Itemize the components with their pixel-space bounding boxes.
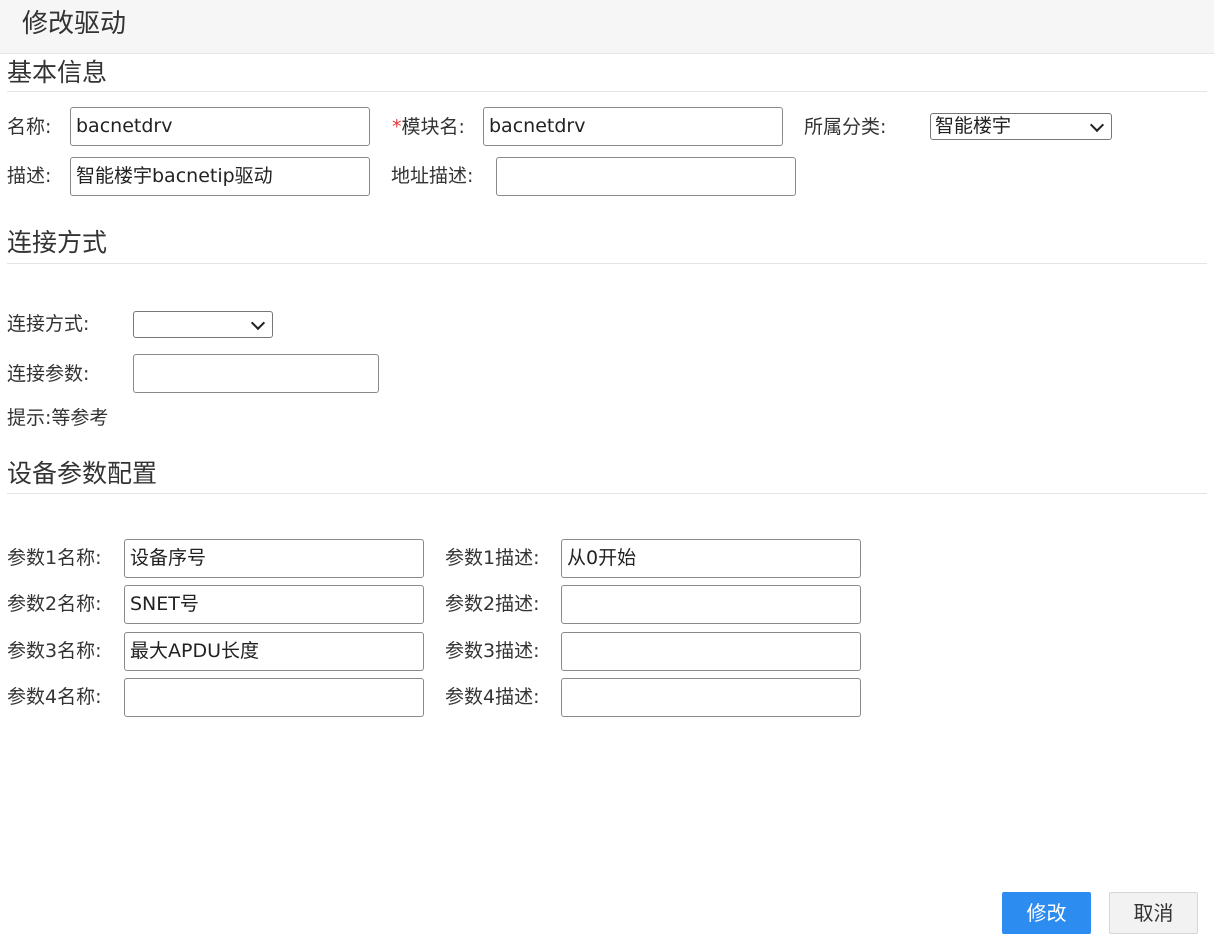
connection-mode-label: 连接方式: [7,313,90,335]
section-divider [7,91,1207,92]
param2-name-input[interactable]: SNET号 [124,585,424,624]
param1-desc-input[interactable]: 从0开始 [561,539,861,578]
desc-input[interactable]: 智能楼宇bacnetip驱动 [70,157,370,196]
section-title-device: 设备参数配置 [7,459,158,488]
section-title-basic: 基本信息 [7,58,108,87]
addr-desc-input[interactable] [496,157,796,196]
param1-name-input[interactable]: 设备序号 [124,539,424,578]
module-input[interactable]: bacnetdrv [483,107,783,146]
cancel-button[interactable]: 取消 [1109,892,1198,934]
section-divider [7,263,1207,264]
connection-hint: 提示:等参考 [7,407,109,429]
connection-mode-select[interactable] [133,311,273,338]
param2-desc-input[interactable] [561,585,861,624]
name-label: 名称: [7,116,52,138]
section-divider [7,493,1207,494]
module-label: 模块名: [401,116,465,138]
chevron-down-icon [1089,117,1105,133]
param2-desc-label: 参数2描述: [445,593,540,615]
param4-name-input[interactable] [124,678,424,717]
param3-desc-input[interactable] [561,632,861,671]
param2-name-label: 参数2名称: [7,593,102,615]
param4-name-label: 参数4名称: [7,686,102,708]
dialog-title: 修改驱动 [22,9,127,39]
chevron-down-icon [250,315,266,331]
module-label-group: *模块名: [392,115,465,139]
param3-name-label: 参数3名称: [7,640,102,662]
param4-desc-label: 参数4描述: [445,686,540,708]
dialog-header: 修改驱动 [0,0,1214,54]
submit-button[interactable]: 修改 [1002,892,1091,934]
desc-label: 描述: [7,165,52,187]
section-title-connection: 连接方式 [7,228,108,257]
category-label: 所属分类: [804,116,887,138]
param4-desc-input[interactable] [561,678,861,717]
category-select[interactable]: 智能楼宇 [930,113,1112,140]
category-select-value: 智能楼宇 [935,115,1012,137]
required-mark: * [392,116,402,138]
param3-desc-label: 参数3描述: [445,640,540,662]
param1-name-label: 参数1名称: [7,547,102,569]
name-input[interactable]: bacnetdrv [70,107,370,146]
param1-desc-label: 参数1描述: [445,547,540,569]
connection-params-label: 连接参数: [7,363,90,385]
connection-params-input[interactable] [133,354,379,393]
addr-desc-label: 地址描述: [391,165,474,187]
param3-name-input[interactable]: 最大APDU长度 [124,632,424,671]
